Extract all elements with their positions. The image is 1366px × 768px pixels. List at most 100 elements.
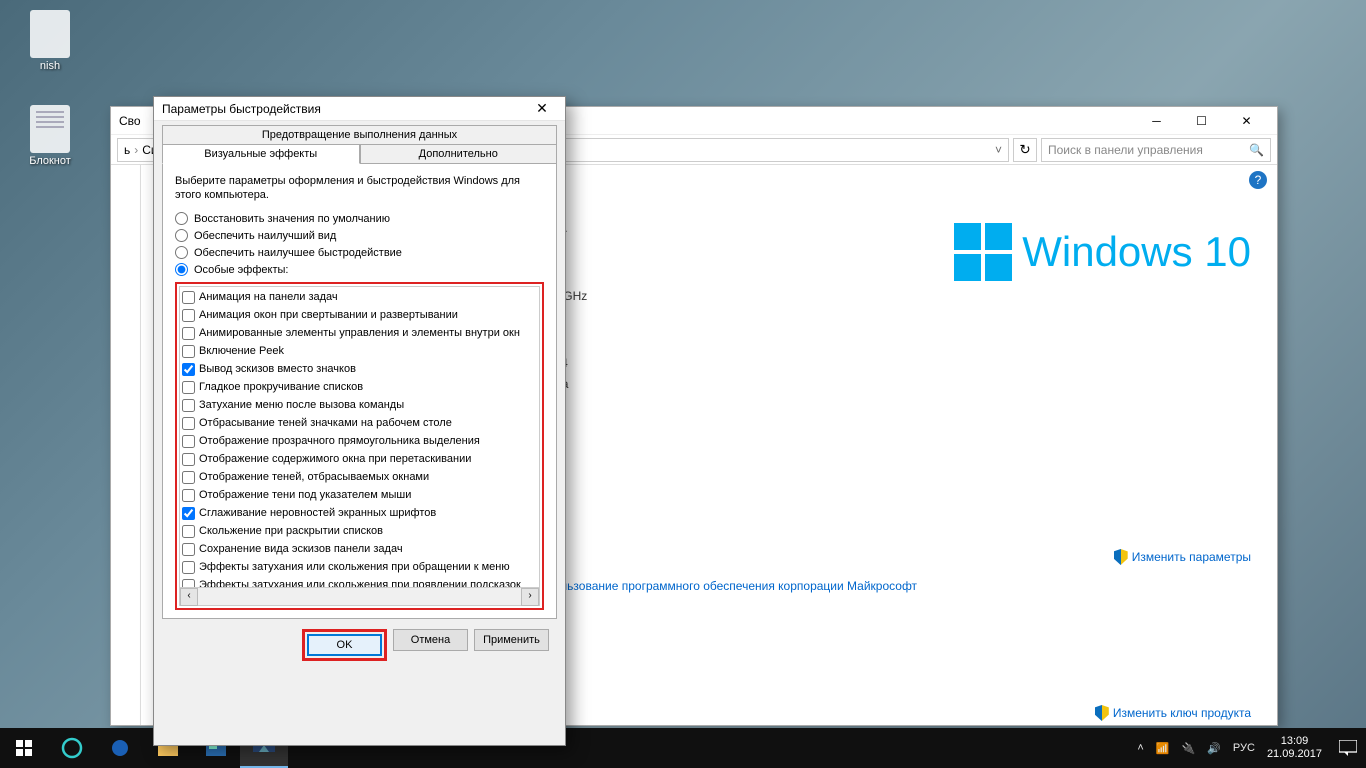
horizontal-scrollbar[interactable]: ‹ › [180, 587, 539, 605]
search-icon: 🔍 [1249, 143, 1264, 157]
apply-button[interactable]: Применить [474, 629, 549, 651]
effect-checkbox-row[interactable]: Анимированные элементы управления и элем… [182, 324, 537, 342]
effect-checkbox-row[interactable]: Гладкое прокручивание списков [182, 378, 537, 396]
effect-checkbox[interactable] [182, 561, 195, 574]
tray-power-icon[interactable]: 🔌 [1182, 742, 1196, 755]
effect-checkbox-row[interactable]: Отображение содержимого окна при перетас… [182, 450, 537, 468]
dialog-titlebar[interactable]: Параметры быстродействия ✕ [154, 97, 565, 121]
close-button[interactable]: ✕ [1224, 107, 1269, 135]
radio-custom[interactable]: Особые эффекты: [175, 263, 544, 276]
close-button[interactable]: ✕ [527, 98, 557, 120]
effect-checkbox[interactable] [182, 543, 195, 556]
taskbar-clock[interactable]: 13:09 21.09.2017 [1267, 735, 1322, 761]
effect-checkbox[interactable] [182, 345, 195, 358]
desktop-icon-folder[interactable]: nish [15, 10, 85, 72]
effect-checkbox-row[interactable]: Эффекты затухания или скольжения при обр… [182, 558, 537, 576]
dropdown-arrow-icon[interactable]: ˅ [995, 143, 1002, 157]
cancel-button[interactable]: Отмена [393, 629, 468, 651]
desktop-icon-notepad[interactable]: Блокнот [15, 105, 85, 167]
change-product-key-link[interactable]: Изменить ключ продукта [1095, 705, 1251, 721]
clock-date: 21.09.2017 [1267, 748, 1322, 761]
breadcrumb-item[interactable]: ь [124, 143, 130, 157]
notepad-icon [30, 105, 70, 153]
tab-visual-effects[interactable]: Визуальные эффекты [162, 144, 360, 164]
effect-checkbox-row[interactable]: Включение Peek [182, 342, 537, 360]
effect-checkbox-row[interactable]: Сглаживание неровностей экранных шрифтов [182, 504, 537, 522]
chevron-right-icon: › [134, 143, 138, 157]
shield-icon [1114, 549, 1128, 565]
effect-label: Анимация на панели задач [199, 288, 338, 306]
shield-icon [1095, 705, 1109, 721]
effect-checkbox-row[interactable]: Отображение теней, отбрасываемых окнами [182, 468, 537, 486]
effect-checkbox[interactable] [182, 525, 195, 538]
effect-label: Гладкое прокручивание списков [199, 378, 363, 396]
effect-checkbox[interactable] [182, 489, 195, 502]
effect-checkbox[interactable] [182, 363, 195, 376]
tab-dep[interactable]: Предотвращение выполнения данных [162, 125, 557, 144]
effect-label: Отображение содержимого окна при перетас… [199, 450, 471, 468]
system-tray: ˄ 📶 🔌 🔊 РУС 13:09 21.09.2017 [1129, 735, 1330, 761]
effect-checkbox-row[interactable]: Скольжение при раскрытии списков [182, 522, 537, 540]
start-button[interactable] [0, 728, 48, 768]
folder-icon [30, 10, 70, 58]
maximize-button[interactable]: ☐ [1179, 107, 1224, 135]
effect-checkbox[interactable] [182, 381, 195, 394]
effect-checkbox-row[interactable]: Отображение тени под указателем мыши [182, 486, 537, 504]
effect-checkbox[interactable] [182, 291, 195, 304]
tray-volume-icon[interactable]: 🔊 [1207, 742, 1221, 755]
ok-button[interactable]: OK [307, 634, 382, 656]
scroll-left-button[interactable]: ‹ [180, 588, 198, 606]
radio-default[interactable]: Восстановить значения по умолчанию [175, 212, 544, 225]
tray-language[interactable]: РУС [1233, 742, 1255, 754]
desktop-icon-label: Блокнот [15, 155, 85, 167]
effect-label: Анимированные элементы управления и элем… [199, 324, 520, 342]
tray-chevron-up-icon[interactable]: ˄ [1137, 742, 1143, 754]
taskbar-app[interactable] [96, 728, 144, 768]
scroll-track[interactable] [198, 588, 521, 605]
effect-checkbox[interactable] [182, 309, 195, 322]
scroll-right-button[interactable]: › [521, 588, 539, 606]
tray-network-icon[interactable]: 📶 [1156, 742, 1170, 755]
help-icon[interactable]: ? [1249, 171, 1267, 189]
effect-checkbox[interactable] [182, 471, 195, 484]
taskbar-edge[interactable] [48, 728, 96, 768]
effect-checkbox-row[interactable]: Отбрасывание теней значками на рабочем с… [182, 414, 537, 432]
effect-checkbox-row[interactable]: Сохранение вида эскизов панели задач [182, 540, 537, 558]
effect-checkbox-row[interactable]: Анимация окон при свертывании и разверты… [182, 306, 537, 324]
effect-label: Отображение тени под указателем мыши [199, 486, 411, 504]
refresh-button[interactable]: ↻ [1013, 138, 1037, 162]
effect-label: Затухание меню после вызова команды [199, 396, 404, 414]
effect-checkbox[interactable] [182, 435, 195, 448]
effect-checkbox[interactable] [182, 417, 195, 430]
effect-checkbox[interactable] [182, 327, 195, 340]
effect-label: Скольжение при раскрытии списков [199, 522, 383, 540]
effect-checkbox-row[interactable]: Затухание меню после вызова команды [182, 396, 537, 414]
clock-time: 13:09 [1267, 735, 1322, 748]
search-placeholder: Поиск в панели управления [1048, 143, 1203, 157]
effect-checkbox[interactable] [182, 507, 195, 520]
windows-logo: Windows 10 [954, 223, 1251, 281]
change-settings-link[interactable]: Изменить параметры [1114, 549, 1251, 565]
effect-checkbox[interactable] [182, 399, 195, 412]
effect-checkbox-row[interactable]: Вывод эскизов вместо значков [182, 360, 537, 378]
effect-checkbox-row[interactable]: Эффекты затухания или скольжения при поя… [182, 576, 537, 587]
effect-checkbox[interactable] [182, 579, 195, 588]
search-input[interactable]: Поиск в панели управления 🔍 [1041, 138, 1271, 162]
minimize-button[interactable]: ─ [1134, 107, 1179, 135]
effects-list[interactable]: Анимация на панели задачАнимация окон пр… [180, 287, 539, 587]
effects-highlight-box: Анимация на панели задачАнимация окон пр… [175, 282, 544, 610]
desktop-icon-label: nish [15, 60, 85, 72]
radio-best-appearance[interactable]: Обеспечить наилучший вид [175, 229, 544, 242]
tab-advanced[interactable]: Дополнительно [360, 144, 558, 164]
effect-label: Включение Peek [199, 342, 284, 360]
effect-label: Отображение прозрачного прямоугольника в… [199, 432, 480, 450]
effect-checkbox[interactable] [182, 453, 195, 466]
effect-checkbox-row[interactable]: Анимация на панели задач [182, 288, 537, 306]
effect-label: Отображение теней, отбрасываемых окнами [199, 468, 429, 486]
dialog-title: Параметры быстродействия [162, 102, 321, 116]
effect-label: Анимация окон при свертывании и разверты… [199, 306, 458, 324]
tab-content: Выберите параметры оформления и быстроде… [162, 163, 557, 619]
radio-best-performance[interactable]: Обеспечить наилучшее быстродействие [175, 246, 544, 259]
action-center-button[interactable] [1330, 728, 1366, 768]
effect-checkbox-row[interactable]: Отображение прозрачного прямоугольника в… [182, 432, 537, 450]
